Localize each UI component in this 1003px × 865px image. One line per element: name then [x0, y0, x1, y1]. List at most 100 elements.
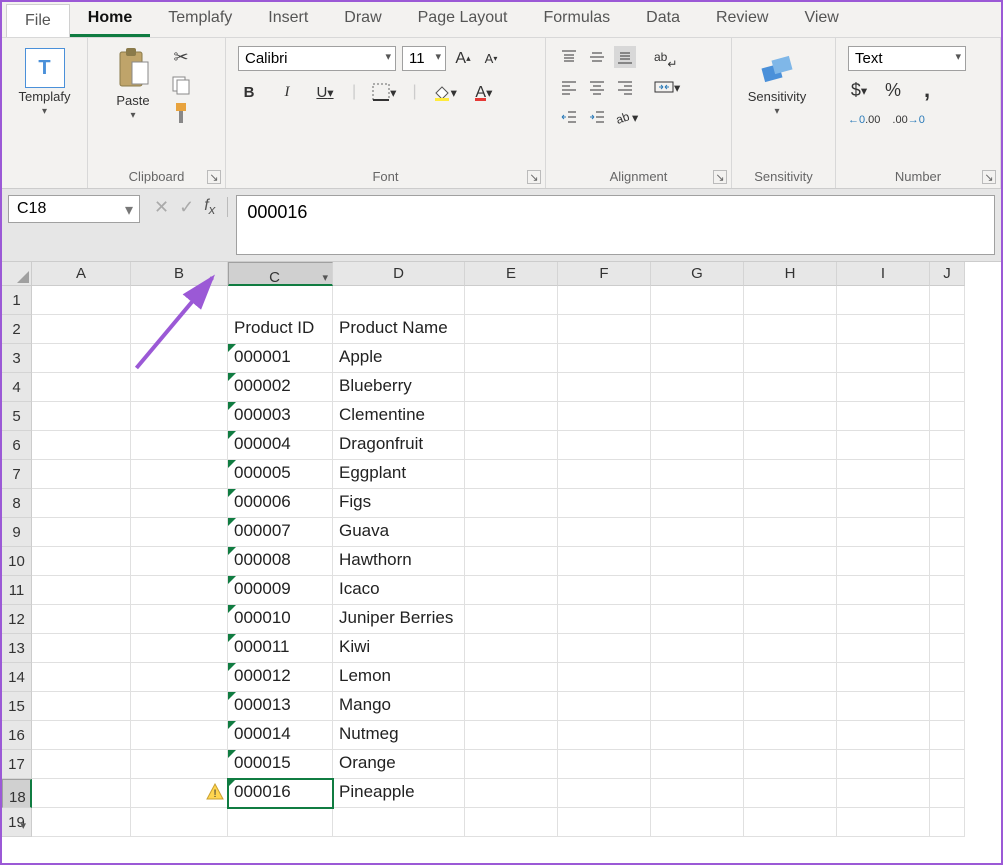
cell[interactable] [558, 315, 651, 344]
cell[interactable] [558, 692, 651, 721]
tab-review[interactable]: Review [698, 2, 786, 37]
cell[interactable] [837, 692, 930, 721]
tab-draw[interactable]: Draw [326, 2, 399, 37]
cell[interactable] [930, 779, 965, 808]
cell[interactable]: Hawthorn [333, 547, 465, 576]
warning-icon[interactable]: ! [206, 783, 224, 801]
wrap-text-button[interactable]: ab↵ [654, 46, 677, 68]
clipboard-dialog-launcher[interactable]: ↘ [207, 170, 221, 184]
font-color-button[interactable]: A ▾ [473, 81, 495, 103]
cell[interactable]: Juniper Berries [333, 605, 465, 634]
cell[interactable] [651, 373, 744, 402]
cell[interactable] [131, 663, 228, 692]
number-format-select[interactable]: Text [848, 46, 966, 71]
alignment-dialog-launcher[interactable]: ↘ [713, 170, 727, 184]
cell[interactable] [837, 779, 930, 808]
cell[interactable]: Figs [333, 489, 465, 518]
align-center-button[interactable] [586, 76, 608, 98]
cell[interactable] [558, 286, 651, 315]
cell[interactable] [744, 663, 837, 692]
cell[interactable] [651, 431, 744, 460]
cell[interactable] [465, 663, 558, 692]
row-header-11[interactable]: 11 [2, 576, 32, 605]
select-all-corner[interactable] [2, 262, 32, 286]
cell[interactable] [930, 315, 965, 344]
cell[interactable] [558, 518, 651, 547]
cell[interactable] [651, 634, 744, 663]
cell[interactable]: 000011 [228, 634, 333, 663]
cell[interactable] [744, 808, 837, 837]
font-family-select[interactable]: Calibri [238, 46, 396, 71]
align-middle-button[interactable] [586, 46, 608, 68]
cell[interactable] [32, 779, 131, 808]
cell[interactable] [465, 808, 558, 837]
cell[interactable] [837, 315, 930, 344]
cell[interactable] [465, 576, 558, 605]
tab-insert[interactable]: Insert [250, 2, 326, 37]
cell[interactable] [32, 605, 131, 634]
cell[interactable] [131, 460, 228, 489]
cell[interactable] [558, 489, 651, 518]
cell[interactable] [131, 431, 228, 460]
row-header-18[interactable]: 18 [2, 779, 32, 808]
cell[interactable] [32, 286, 131, 315]
cell[interactable] [32, 750, 131, 779]
cell[interactable] [558, 634, 651, 663]
cell[interactable] [131, 634, 228, 663]
cell[interactable] [930, 692, 965, 721]
cell[interactable] [930, 431, 965, 460]
cell[interactable] [837, 344, 930, 373]
bold-button[interactable]: B [238, 81, 260, 103]
cell[interactable] [558, 402, 651, 431]
col-header-g[interactable]: G [651, 262, 744, 286]
cell[interactable] [837, 431, 930, 460]
col-header-c[interactable]: C [228, 262, 333, 286]
col-header-h[interactable]: H [744, 262, 837, 286]
cell[interactable]: Mango [333, 692, 465, 721]
cell[interactable] [744, 634, 837, 663]
cell[interactable] [465, 634, 558, 663]
cell[interactable] [558, 721, 651, 750]
cell[interactable]: 000007 [228, 518, 333, 547]
cell[interactable] [465, 315, 558, 344]
number-dialog-launcher[interactable]: ↘ [982, 170, 996, 184]
cell[interactable] [32, 460, 131, 489]
cell[interactable] [651, 286, 744, 315]
cell[interactable] [465, 605, 558, 634]
tab-page-layout[interactable]: Page Layout [400, 2, 526, 37]
cell[interactable] [744, 692, 837, 721]
cell[interactable] [651, 721, 744, 750]
cell[interactable] [465, 489, 558, 518]
cell[interactable] [558, 605, 651, 634]
cell[interactable] [32, 634, 131, 663]
cell[interactable] [651, 750, 744, 779]
cell[interactable] [837, 547, 930, 576]
row-header-16[interactable]: 16 [2, 721, 32, 750]
cell[interactable] [131, 286, 228, 315]
cell[interactable] [32, 431, 131, 460]
cell[interactable] [131, 692, 228, 721]
cell[interactable] [930, 286, 965, 315]
row-header-12[interactable]: 12 [2, 605, 32, 634]
cell[interactable] [744, 431, 837, 460]
row-header-17[interactable]: 17 [2, 750, 32, 779]
cell[interactable] [131, 750, 228, 779]
row-header-7[interactable]: 7 [2, 460, 32, 489]
cell[interactable] [651, 605, 744, 634]
col-header-f[interactable]: F [558, 262, 651, 286]
cell[interactable] [744, 605, 837, 634]
cell[interactable]: Icaco [333, 576, 465, 605]
cell[interactable]: Lemon [333, 663, 465, 692]
cell[interactable] [465, 750, 558, 779]
increase-decimal-button[interactable]: ←0.00 [848, 109, 880, 131]
cell[interactable] [837, 634, 930, 663]
cell[interactable] [930, 489, 965, 518]
font-dialog-launcher[interactable]: ↘ [527, 170, 541, 184]
cell[interactable] [744, 518, 837, 547]
align-left-button[interactable] [558, 76, 580, 98]
increase-indent-button[interactable] [586, 106, 608, 128]
cell[interactable] [930, 750, 965, 779]
tab-view[interactable]: View [786, 2, 856, 37]
cell[interactable] [131, 373, 228, 402]
cell[interactable] [558, 663, 651, 692]
